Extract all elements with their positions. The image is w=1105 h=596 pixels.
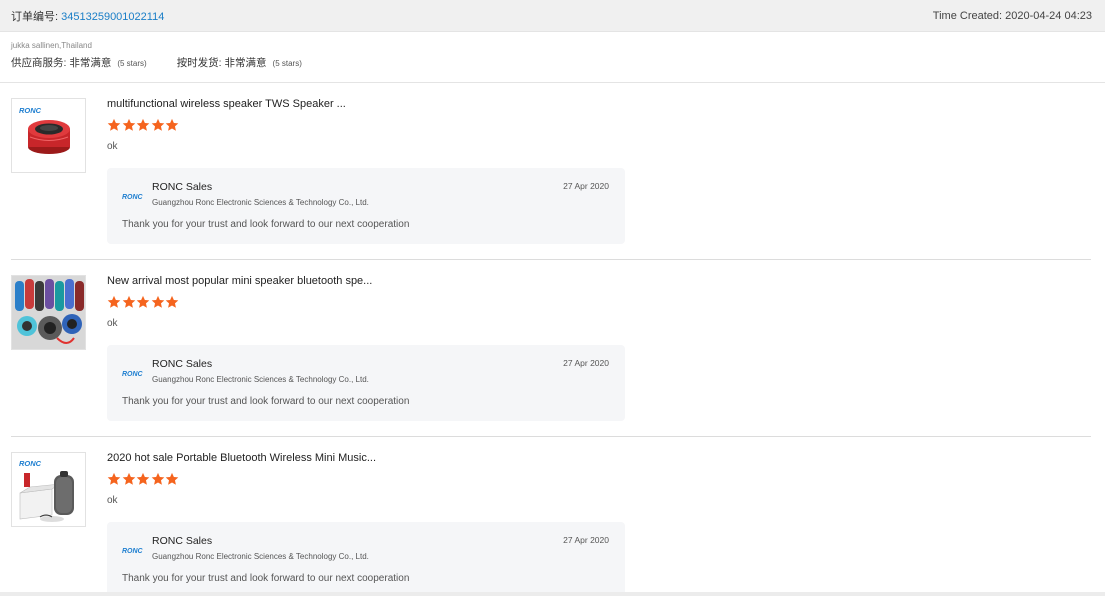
seller-name: RONC Sales	[152, 181, 213, 193]
star-icon	[136, 472, 150, 485]
time-created: Time Created: 2020-04-24 04:23	[932, 9, 1092, 22]
seller-reply: RONC RONC Sales Guangzhou Ronc Electroni…	[107, 345, 625, 421]
seller-name: RONC Sales	[152, 535, 213, 547]
star-icon	[107, 295, 121, 308]
star-icon	[165, 295, 179, 308]
svg-text:RONC: RONC	[19, 459, 42, 468]
seller-reply: RONC RONC Sales Guangzhou Ronc Electroni…	[107, 168, 625, 244]
reply-date: 27 Apr 2020	[563, 535, 609, 545]
star-icon	[136, 118, 150, 131]
product-thumbnail[interactable]: RONC	[11, 98, 86, 173]
star-icon	[165, 472, 179, 485]
star-icon	[151, 472, 164, 485]
product-thumbnail[interactable]	[11, 275, 86, 350]
review-item: RONC multifunctional wireless speaker TW…	[0, 83, 1105, 260]
ronc-logo-icon: RONC	[122, 194, 144, 201]
product-title-link[interactable]: 2020 hot sale Portable Bluetooth Wireles…	[107, 452, 376, 464]
page-bottom-edge	[0, 592, 1105, 596]
speaker-collection-image	[12, 276, 85, 349]
rating-label: 供应商服务: 非常满意	[11, 57, 112, 69]
star-icon	[122, 472, 135, 485]
seller-company: Guangzhou Ronc Electronic Sciences & Tec…	[152, 198, 369, 207]
review-text: ok	[107, 318, 118, 329]
star-icon	[122, 295, 135, 308]
rating-label: 按时发货: 非常满意	[176, 57, 267, 69]
product-rating-stars	[107, 472, 180, 486]
seller-reply: RONC RONC Sales Guangzhou Ronc Electroni…	[107, 522, 625, 596]
review-item: New arrival most popular mini speaker bl…	[0, 260, 1105, 437]
order-number-label: 订单编号:	[11, 10, 62, 23]
star-icon	[151, 118, 164, 131]
rating-note: (5 stars)	[117, 59, 147, 68]
star-icon	[151, 295, 164, 308]
overall-ratings: 供应商服务: 非常满意 (5 stars) 按时发货: 非常满意 (5 star…	[11, 55, 332, 70]
reply-text: Thank you for your trust and look forwar…	[122, 219, 410, 230]
svg-text:RONC: RONC	[122, 194, 144, 201]
reply-date: 27 Apr 2020	[563, 181, 609, 191]
supplier-service-rating: 供应商服务: 非常满意 (5 stars)	[11, 55, 147, 70]
reply-text: Thank you for your trust and look forwar…	[122, 396, 410, 407]
seller-company: Guangzhou Ronc Electronic Sciences & Tec…	[152, 375, 369, 384]
red-speaker-image: RONC	[12, 99, 85, 172]
star-icon	[107, 118, 121, 131]
rating-note: (5 stars)	[272, 59, 302, 68]
product-thumbnail[interactable]: RONC	[11, 452, 86, 527]
svg-text:RONC: RONC	[122, 371, 144, 378]
product-rating-stars	[107, 295, 180, 309]
product-title-link[interactable]: New arrival most popular mini speaker bl…	[107, 275, 372, 287]
order-header: 订单编号: 34513259001022114 Time Created: 20…	[0, 0, 1105, 32]
ronc-logo-icon: RONC	[122, 371, 144, 378]
product-title-link[interactable]: multifunctional wireless speaker TWS Spe…	[107, 98, 346, 110]
star-icon	[107, 472, 121, 485]
ronc-logo-icon: RONC	[122, 548, 144, 555]
seller-name: RONC Sales	[152, 358, 213, 370]
star-icon	[136, 295, 150, 308]
order-number-link[interactable]: 34513259001022114	[61, 11, 164, 23]
product-rating-stars	[107, 118, 180, 132]
svg-text:RONC: RONC	[122, 548, 144, 555]
reply-date: 27 Apr 2020	[563, 358, 609, 368]
grey-speaker-box-image: RONC	[12, 453, 85, 526]
svg-text:RONC: RONC	[19, 106, 42, 115]
reply-text: Thank you for your trust and look forwar…	[122, 573, 410, 584]
star-icon	[165, 118, 179, 131]
review-text: ok	[107, 141, 118, 152]
seller-company: Guangzhou Ronc Electronic Sciences & Tec…	[152, 552, 369, 561]
on-time-shipping-rating: 按时发货: 非常满意 (5 stars)	[177, 55, 302, 70]
buyer-info: jukka sallinen,Thailand 供应商服务: 非常满意 (5 s…	[11, 41, 332, 70]
order-number-group: 订单编号: 34513259001022114	[11, 8, 164, 24]
star-icon	[122, 118, 135, 131]
review-text: ok	[107, 495, 118, 506]
buyer-name-location: jukka sallinen,Thailand	[11, 41, 92, 50]
review-item: RONC 2020 hot sale Portable Bluetooth Wi…	[0, 437, 1105, 596]
